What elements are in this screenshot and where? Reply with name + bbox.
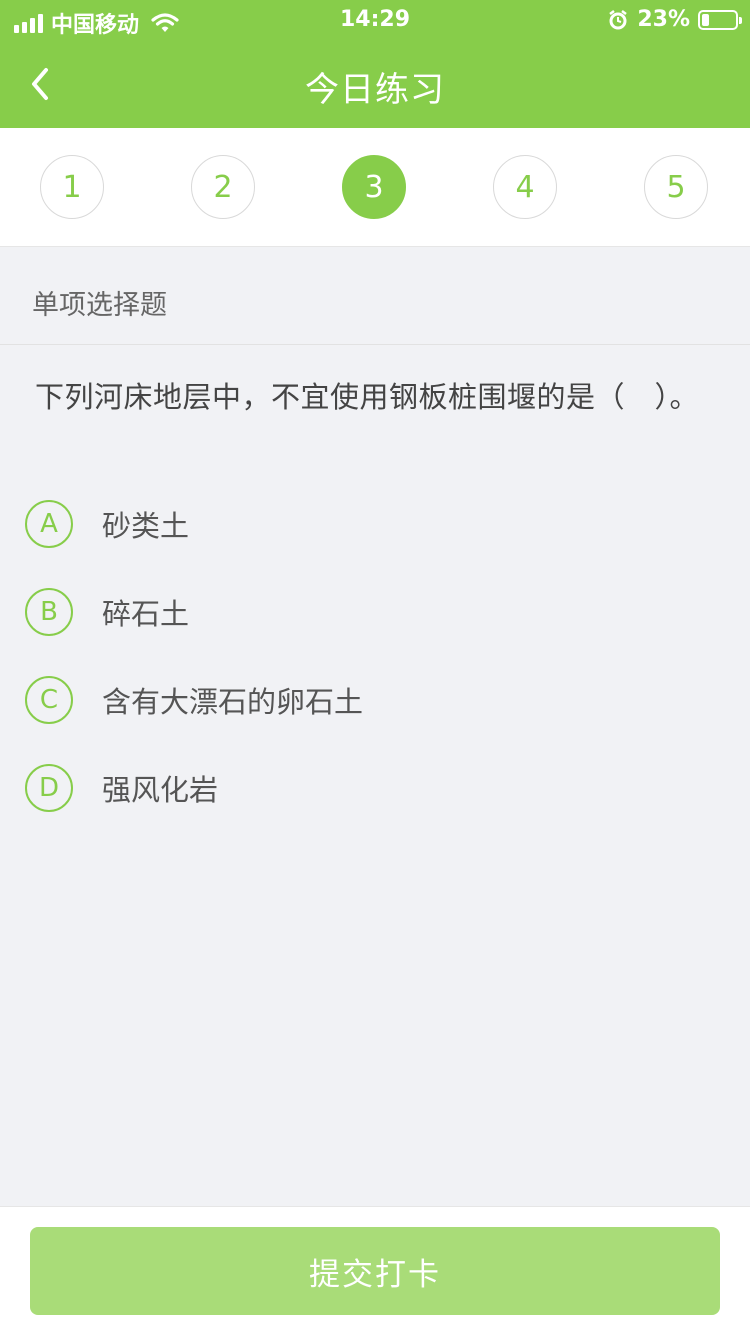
step-1-button[interactable]: 1 — [40, 155, 104, 219]
alarm-icon — [609, 9, 628, 29]
question-type-label: 单项选择题 — [32, 290, 167, 321]
option-b-badge[interactable]: B — [25, 588, 73, 636]
option-d-text[interactable]: 强风化岩 — [102, 767, 218, 809]
battery-icon — [698, 9, 742, 30]
option-a[interactable]: A 砂类土 — [25, 498, 725, 550]
nav-bar: 今日练习 — [0, 40, 750, 128]
step-4-button[interactable]: 4 — [493, 155, 557, 219]
step-2-button[interactable]: 2 — [191, 155, 255, 219]
battery-percent: 23% — [637, 7, 690, 32]
battery-fill — [702, 13, 709, 26]
status-bar: 中国移动 14:29 23% — [0, 0, 750, 40]
option-c[interactable]: C 含有大漂石的卵石土 — [25, 674, 725, 726]
option-b[interactable]: B 碎石土 — [25, 586, 725, 638]
option-a-text[interactable]: 砂类土 — [102, 503, 189, 545]
app-header: 中国移动 14:29 23% 今日练习 — [0, 0, 750, 128]
option-b-text[interactable]: 碎石土 — [102, 591, 189, 633]
step-5-button[interactable]: 5 — [644, 155, 708, 219]
question-text: 下列河床地层中，不宜使用钢板桩围堰的是（ ）。 — [35, 380, 700, 414]
option-c-text[interactable]: 含有大漂石的卵石土 — [102, 679, 363, 721]
option-d-badge[interactable]: D — [25, 764, 73, 812]
option-d[interactable]: D 强风化岩 — [25, 762, 725, 814]
page-title: 今日练习 — [305, 70, 445, 110]
question-type-bar: 单项选择题 — [0, 247, 750, 345]
footer-bar: 提交打卡 — [0, 1206, 750, 1335]
question-steps: 1 2 3 4 5 — [0, 128, 750, 247]
option-a-badge[interactable]: A — [25, 500, 73, 548]
submit-checkin-button[interactable]: 提交打卡 — [30, 1227, 720, 1315]
status-right: 23% — [607, 7, 742, 32]
option-c-badge[interactable]: C — [25, 676, 73, 724]
step-3-button[interactable]: 3 — [342, 155, 406, 219]
